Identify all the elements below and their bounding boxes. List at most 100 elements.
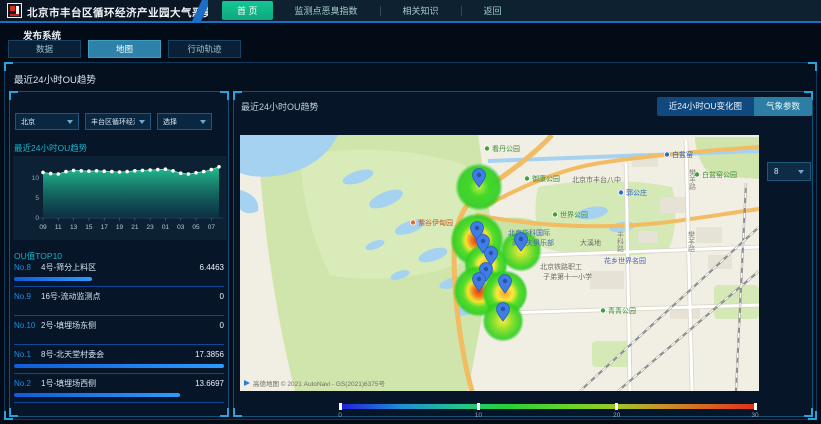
app-logo-icon (7, 3, 22, 18)
map-view[interactable]: 看丹公园御康公园北京市丰台八中世界公园紫谷伊甸园北京华科国际高尔夫俱乐部大溪地北… (240, 135, 759, 391)
map-label: 御康公园 (532, 174, 560, 183)
ranking-row[interactable]: No.916号-流动监测点0 (14, 291, 224, 320)
rank-number: No.8 (14, 263, 41, 272)
color-gradient-bar: 0102030 (340, 404, 755, 409)
ranking-row-line: No.102号-填埋场东侧0 (14, 320, 224, 331)
ranking-row-line: No.21号-填埋场西侧13.6697 (14, 378, 224, 389)
tab-0[interactable]: 数据 (8, 40, 81, 58)
map-label: 丰科路 (617, 230, 625, 253)
svg-text:03: 03 (177, 224, 185, 231)
scale-tick-marker (339, 403, 342, 410)
filter-value: 丰台区循环经济产 (91, 117, 135, 127)
ranking-row[interactable]: No.84号-筛分上料区6.4463 (14, 262, 224, 291)
filter-value: 选择 (163, 117, 177, 127)
scale-tick-marker (754, 403, 757, 410)
ranking-row-line: No.18号-北天堂村委会17.3856 (14, 349, 224, 360)
station-name: 16号-流动监测点 (41, 291, 220, 302)
svg-text:07: 07 (208, 224, 216, 231)
ranking-row-line: No.84号-筛分上料区6.4463 (14, 262, 224, 273)
rank-number: No.2 (14, 379, 41, 388)
main-frame: 最近24小时OU趋势 北京丰台区循环经济产选择 最近24小时OU趋势 05100… (4, 62, 817, 420)
station-name: 1号-填埋场西侧 (41, 378, 195, 389)
scale-tick-label: 10 (475, 412, 482, 419)
map-label: 北京华科国际 (508, 228, 550, 237)
view-tabs: 数据地图行动轨迹 (8, 40, 241, 58)
map-label: 白盆窑公园 (702, 170, 737, 179)
nav-item-2[interactable]: 相关知识 (394, 1, 448, 20)
scale-tick-label: 30 (751, 412, 758, 419)
rank-number: No.9 (14, 292, 41, 301)
row-divider (14, 402, 224, 403)
map-canvas[interactable]: 看丹公园御康公园北京市丰台八中世界公园紫谷伊甸园北京华科国际高尔夫俱乐部大溪地北… (240, 135, 759, 391)
rank-progress-bar (14, 277, 92, 281)
map-label: 白盆窑 (672, 150, 693, 159)
map-label: 紫谷伊甸园 (418, 218, 453, 227)
row-divider (14, 315, 224, 316)
row-divider (14, 373, 224, 374)
rank-progress-bar (14, 364, 224, 368)
nav-separator (380, 6, 381, 16)
map-button-0[interactable]: 近24小时OU变化图 (657, 97, 754, 116)
map-button-1[interactable]: 气象参数 (754, 97, 812, 116)
trend-panel: 北京丰台区循环经济产选择 最近24小时OU趋势 0510091113151719… (9, 91, 229, 417)
map-label: 郭公庄 (626, 188, 647, 197)
scale-tick-marker (477, 403, 480, 410)
svg-text:09: 09 (39, 224, 47, 231)
map-label: 子弟第十一小学 (543, 272, 592, 281)
ou-trend-chart: 0510091113151719212301030507 (13, 156, 227, 240)
svg-text:01: 01 (162, 224, 170, 231)
svg-text:23: 23 (147, 224, 155, 231)
map-label: 樊羊路 (689, 168, 697, 191)
nav-separator (461, 6, 462, 16)
filter-select-0[interactable]: 北京 (15, 113, 79, 130)
map-label: 看丹公园 (492, 145, 520, 153)
ou-value: 6.4463 (200, 263, 224, 272)
ranking-row[interactable]: No.102号-填埋场东侧0 (14, 320, 224, 349)
svg-text:17: 17 (101, 224, 109, 231)
map-label: 大溪地 (580, 238, 601, 247)
chevron-down-icon (798, 170, 804, 174)
map-label: 花乡世界名园 (604, 256, 646, 265)
chevron-down-icon (139, 120, 145, 124)
rank-progress-bar (14, 393, 180, 397)
ranking-list[interactable]: No.84号-筛分上料区6.4463 No.916号-流动监测点0 No.102号-… (14, 262, 224, 407)
row-divider (14, 286, 224, 287)
svg-text:21: 21 (131, 224, 139, 231)
svg-text:19: 19 (116, 224, 124, 231)
ranking-row[interactable]: No.21号-填埋场西侧13.6697 (14, 378, 224, 407)
filter-bar: 北京 丰台区循环经济产 选择 (15, 113, 212, 130)
main-nav: 首 页监测点恶臭指数 相关知识 返回 (208, 0, 821, 21)
svg-text:0: 0 (35, 215, 39, 222)
ranking-row-line: No.916号-流动监测点0 (14, 291, 224, 302)
map-panel: 最近24小时OU趋势 近24小时OU变化图气象参数 (233, 91, 813, 417)
nav-item-1[interactable]: 监测点恶臭指数 (286, 1, 367, 20)
filter-select-2[interactable]: 选择 (157, 113, 212, 130)
svg-text:11: 11 (55, 224, 62, 231)
map-label: 世界公园 (560, 210, 588, 219)
chevron-down-icon (200, 120, 206, 124)
map-label: 樊羊路 (688, 230, 696, 253)
nav-item-0[interactable]: 首 页 (222, 1, 273, 20)
nav-item-3[interactable]: 返回 (475, 1, 511, 20)
svg-text:05: 05 (192, 224, 200, 231)
svg-text:15: 15 (85, 224, 93, 231)
rank-number: No.10 (14, 321, 41, 330)
scale-tick-marker (615, 403, 618, 410)
tab-1[interactable]: 地图 (88, 40, 161, 58)
svg-text:5: 5 (35, 195, 39, 202)
app-screen: 北京市丰台区循环经济产业园大气恶臭状况实时 首 页监测点恶臭指数相关知识返回 发… (0, 0, 821, 424)
ou-value: 0 (220, 292, 224, 301)
station-name: 2号-填埋场东侧 (41, 320, 220, 331)
filter-select-1[interactable]: 丰台区循环经济产 (85, 113, 151, 130)
map-attribution: 高德地图 © 2021 AutoNavi - GS(2021)6375号 (244, 378, 385, 388)
map-zoom-select[interactable]: 8 (767, 162, 811, 181)
station-name: 4号-筛分上料区 (41, 262, 200, 273)
ranking-row[interactable]: No.18号-北天堂村委会17.3856 (14, 349, 224, 378)
filter-value: 北京 (21, 117, 35, 127)
scale-tick-label: 0 (338, 412, 342, 419)
ou-color-scale: 0102030 (340, 404, 755, 420)
tab-2[interactable]: 行动轨迹 (168, 40, 241, 58)
ou-value: 17.3856 (195, 350, 224, 359)
chart-title: 最近24小时OU趋势 (14, 142, 87, 154)
ou-value: 13.6697 (195, 379, 224, 388)
